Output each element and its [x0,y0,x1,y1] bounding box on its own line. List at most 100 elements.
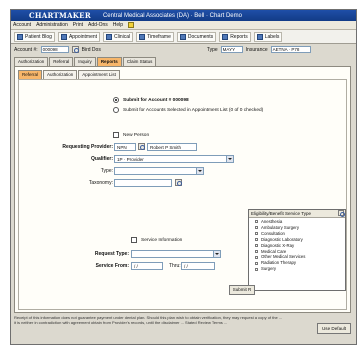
service-type-header-label: Eligibility/Benefit Service Type [251,211,311,216]
checkbox-icon [255,244,258,248]
chevron-down-icon [213,251,220,257]
checkbox-icon [255,226,258,230]
sub-tabs: Referral Authorization Appointment List [18,70,120,79]
insurance-label: Insurance [245,46,268,53]
toolbar-appointment-button[interactable]: Appointment [57,31,101,42]
submit-account-option[interactable]: Submit for Account # 000098 [113,97,189,103]
checkbox-icon [255,255,258,259]
tab-referral[interactable]: Referral [49,57,74,66]
menu-item-account[interactable]: Account [13,22,31,28]
type-select[interactable]: MAYY [220,46,243,53]
taxonomy-label: Taxonomy: [88,180,113,186]
service-type-items: Anesthesia Ambulatory Surgery Consultati… [249,218,345,272]
service-info-label: Service Information [141,237,183,243]
list-item-label: Surgery [261,266,277,272]
menu-item-administration[interactable]: Administration [36,22,68,28]
request-type-label: Request Type: [94,251,129,257]
type-label: Type [206,46,218,53]
checkbox-icon [255,267,258,271]
tab-referral-sub[interactable]: Referral [18,70,43,79]
help-icon[interactable] [128,22,135,28]
checkbox-icon [255,261,258,265]
type-field-select[interactable] [114,167,204,175]
account-number-field[interactable]: 000098 [40,46,69,53]
tab-reports[interactable]: Reports [96,57,122,66]
toolbar-reports-button[interactable]: Reports [219,31,251,42]
tab-authorization[interactable]: Authorization [14,57,49,66]
list-item[interactable]: Surgery [255,266,345,272]
submit-account-label: Submit for Account # 000098 [123,97,189,103]
search-icon[interactable] [71,46,79,53]
insurance-select[interactable]: AETNA · P78 [270,46,311,53]
checkbox-icon [255,232,258,236]
toolbar-clinical-button[interactable]: Clinical [103,31,134,42]
qualifier-select[interactable]: 1P · Provider [114,155,234,163]
menu-item-help[interactable]: Help [113,22,123,28]
service-thru-label: Thru: [169,263,181,269]
new-person-option[interactable]: New Person [113,132,149,138]
toolbar-label: Patient Blog [25,33,52,40]
window-title: Central Medical Associates (DA) · Bell ·… [102,12,242,19]
chevron-down-icon [196,168,203,174]
new-person-checkbox[interactable] [113,132,119,138]
toolbar-documents-button[interactable]: Documents [176,31,217,42]
document-icon [179,33,186,40]
provider-lookup-icon[interactable] [138,143,145,150]
tab-inquiry[interactable]: Inquiry [74,57,96,66]
taxonomy-field[interactable] [114,179,172,187]
service-from-field[interactable]: / / [131,262,163,270]
requesting-provider-id-field[interactable]: NPN [114,143,136,151]
report-icon [222,33,229,40]
requesting-provider-label: Requesting Provider: [62,144,113,150]
toolbar-patient-button[interactable]: Patient Blog [14,31,55,42]
app-brand: CHARTMAKER [29,11,91,20]
toolbar-label: Reports [230,33,248,40]
toolbar-labels-button[interactable]: Labels [253,31,283,42]
requesting-provider-name-field[interactable]: Robert P Smith [147,143,197,151]
qualifier-value: 1P · Provider [117,157,144,162]
use-default-button[interactable]: Use Default [317,323,351,334]
service-from-label: Service From: [95,263,129,269]
menu-item-print[interactable]: Print [73,22,83,28]
checkbox-icon [255,220,258,224]
toolbar-label: Clinical [114,33,131,40]
checkbox-icon [255,249,258,253]
clock-icon [139,33,146,40]
clinical-icon [106,33,113,40]
toolbar-timeframe-button[interactable]: Timeframe [136,31,174,42]
checkbox-icon [255,238,258,242]
patient-icon [17,33,23,40]
date-label: Bird Dos [81,46,101,53]
tab-appointment-list[interactable]: Appointment List [78,70,120,79]
service-type-header: Eligibility/Benefit Service Type [249,210,345,218]
service-info-checkbox[interactable] [131,237,137,243]
title-bar: CHARTMAKER Central Medical Associates (D… [11,10,356,21]
submit-selection-label: Submit for Accounts Selected in Appointm… [123,107,264,113]
submit-selection-option[interactable]: Submit for Accounts Selected in Appointm… [113,107,263,113]
submit-account-radio[interactable] [113,97,119,103]
label-icon [256,33,263,40]
new-person-label: New Person [123,132,150,138]
menu-item-add-ons[interactable]: Add-Ons [88,22,108,28]
submit-button[interactable]: Submit R [229,285,255,295]
taxonomy-lookup-icon[interactable] [175,179,182,186]
menu-bar: Account Administration Print Add-Ons Hel… [11,21,356,30]
disclaimer-text: Receipt of this information does not gua… [14,315,283,326]
toolbar-label: Appointment [68,33,98,40]
account-bar: Account #: 000098 Bird Dos Type MAYY Ins… [11,44,356,55]
toolbar-label: Timeframe [147,33,171,40]
account-label: Account #: [14,46,38,53]
service-thru-field[interactable]: / / [181,262,215,270]
service-type-listbox[interactable]: Eligibility/Benefit Service Type Anesthe… [248,209,346,291]
service-info-option[interactable]: Service Information [131,237,182,243]
tab-claim-status[interactable]: Claim Status [122,57,157,66]
submit-selection-radio[interactable] [113,107,119,113]
qualifier-label: Qualifier: [91,156,113,162]
main-tabs: Authorization Referral Inquiry Reports C… [14,57,157,66]
request-type-select[interactable] [131,250,221,258]
calendar-icon [60,33,67,40]
toolbar-label: Documents [187,33,214,40]
app-window: CHARTMAKER Central Medical Associates (D… [10,9,357,345]
tab-authorization-sub[interactable]: Authorization [43,70,78,79]
filter-icon[interactable] [338,210,345,217]
